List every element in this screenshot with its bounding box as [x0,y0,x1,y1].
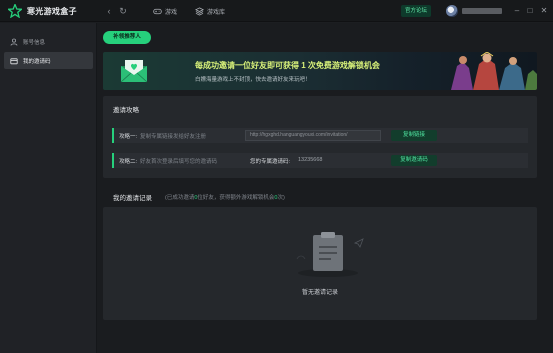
close-icon[interactable]: ✕ [539,5,549,17]
strategy-2-desc: 好友首次登录后填写您的邀请码 [140,158,218,165]
official-forum-button[interactable]: 官方论坛 [401,5,432,17]
tab-games-label: 游戏 [165,9,178,16]
invite-records-panel: 暂无邀请记录 [103,207,537,320]
strategy-1-label: 攻略一: [119,133,138,140]
banner-headline: 每成功邀请一位好友即可获得 1 次免费游戏解锁机会 [195,61,380,70]
strategy-2-label: 攻略二: [119,158,138,165]
records-title: 我的邀请记录 [113,195,152,202]
tab-library[interactable]: 游戏库 [195,5,225,17]
claim-referrer-button[interactable]: 补领推荐人 [103,31,151,44]
empty-clipboard-icon [296,232,364,277]
empty-records-text: 暂无邀请记录 [301,290,338,296]
avatar[interactable] [446,5,458,17]
records-note-prefix: (已成功邀请 [165,195,195,201]
copy-link-button[interactable]: 复制链接 [391,130,437,141]
maximize-icon[interactable]: □ [525,5,535,17]
back-button[interactable]: ‹ [103,5,115,17]
invite-link-field[interactable]: http://hgxghd.hanguangyouxi.com/invitati… [245,130,381,141]
title-bar: 寒光游戏盒子 ‹ ↻ 游戏 游戏库 官方论坛 – □ ✕ [0,0,553,22]
app-logo-icon [8,4,22,18]
records-note-middle: 位好友，获得额外游戏解锁机会 [197,195,275,201]
strategy-row-2: 攻略二: 好友首次登录后填写您的邀请码 您的专属邀请码: 13235668 复制… [112,153,528,168]
invite-banner: 每成功邀请一位好友即可获得 1 次免费游戏解锁机会 白嫖海量游戏上不封顶，快去邀… [103,52,537,90]
sidebar-item-account-info[interactable]: 账号信息 [4,33,93,50]
strategy-1-desc: 复制专属链接发给好友注册 [140,133,207,140]
envelope-heart-icon [120,60,148,83]
records-note: (已成功邀请0位好友，获得额外游戏解锁机会0次) [165,193,285,201]
tab-library-label: 游戏库 [207,9,226,16]
user-icon [10,38,18,46]
sidebar-item-label: 账号信息 [23,39,46,46]
invite-code-icon [10,57,18,64]
app-name: 寒光游戏盒子 [27,6,77,16]
library-icon [195,6,204,16]
sidebar-item-label: 我的邀请码 [23,58,51,65]
sidebar-item-invite-code[interactable]: 我的邀请码 [4,52,93,69]
minimize-icon[interactable]: – [512,5,522,17]
strategy-row-1: 攻略一: 复制专属链接发给好友注册 http://hgxghd.hanguang… [112,128,528,143]
invite-code-value: 13235668 [298,157,323,163]
sidebar: 账号信息 我的邀请码 [0,23,97,353]
invite-strategy-card: 邀请攻略 攻略一: 复制专属链接发给好友注册 http://hgxghd.han… [103,96,537,178]
strategy-title: 邀请攻略 [113,107,139,114]
game-characters-illustration [451,52,537,90]
gamepad-icon [153,8,162,14]
tab-games[interactable]: 游戏 [153,5,177,17]
records-note-suffix: 次) [277,195,285,201]
banner-subtitle: 白嫖海量游戏上不封顶，快去邀请好友来玩吧！ [195,77,311,83]
invite-code-label: 您的专属邀请码: [250,159,291,165]
app-brand: 寒光游戏盒子 [8,4,77,18]
copy-invite-code-button[interactable]: 复制邀请码 [391,155,437,166]
username-redacted [462,8,502,14]
refresh-button[interactable]: ↻ [117,5,129,17]
